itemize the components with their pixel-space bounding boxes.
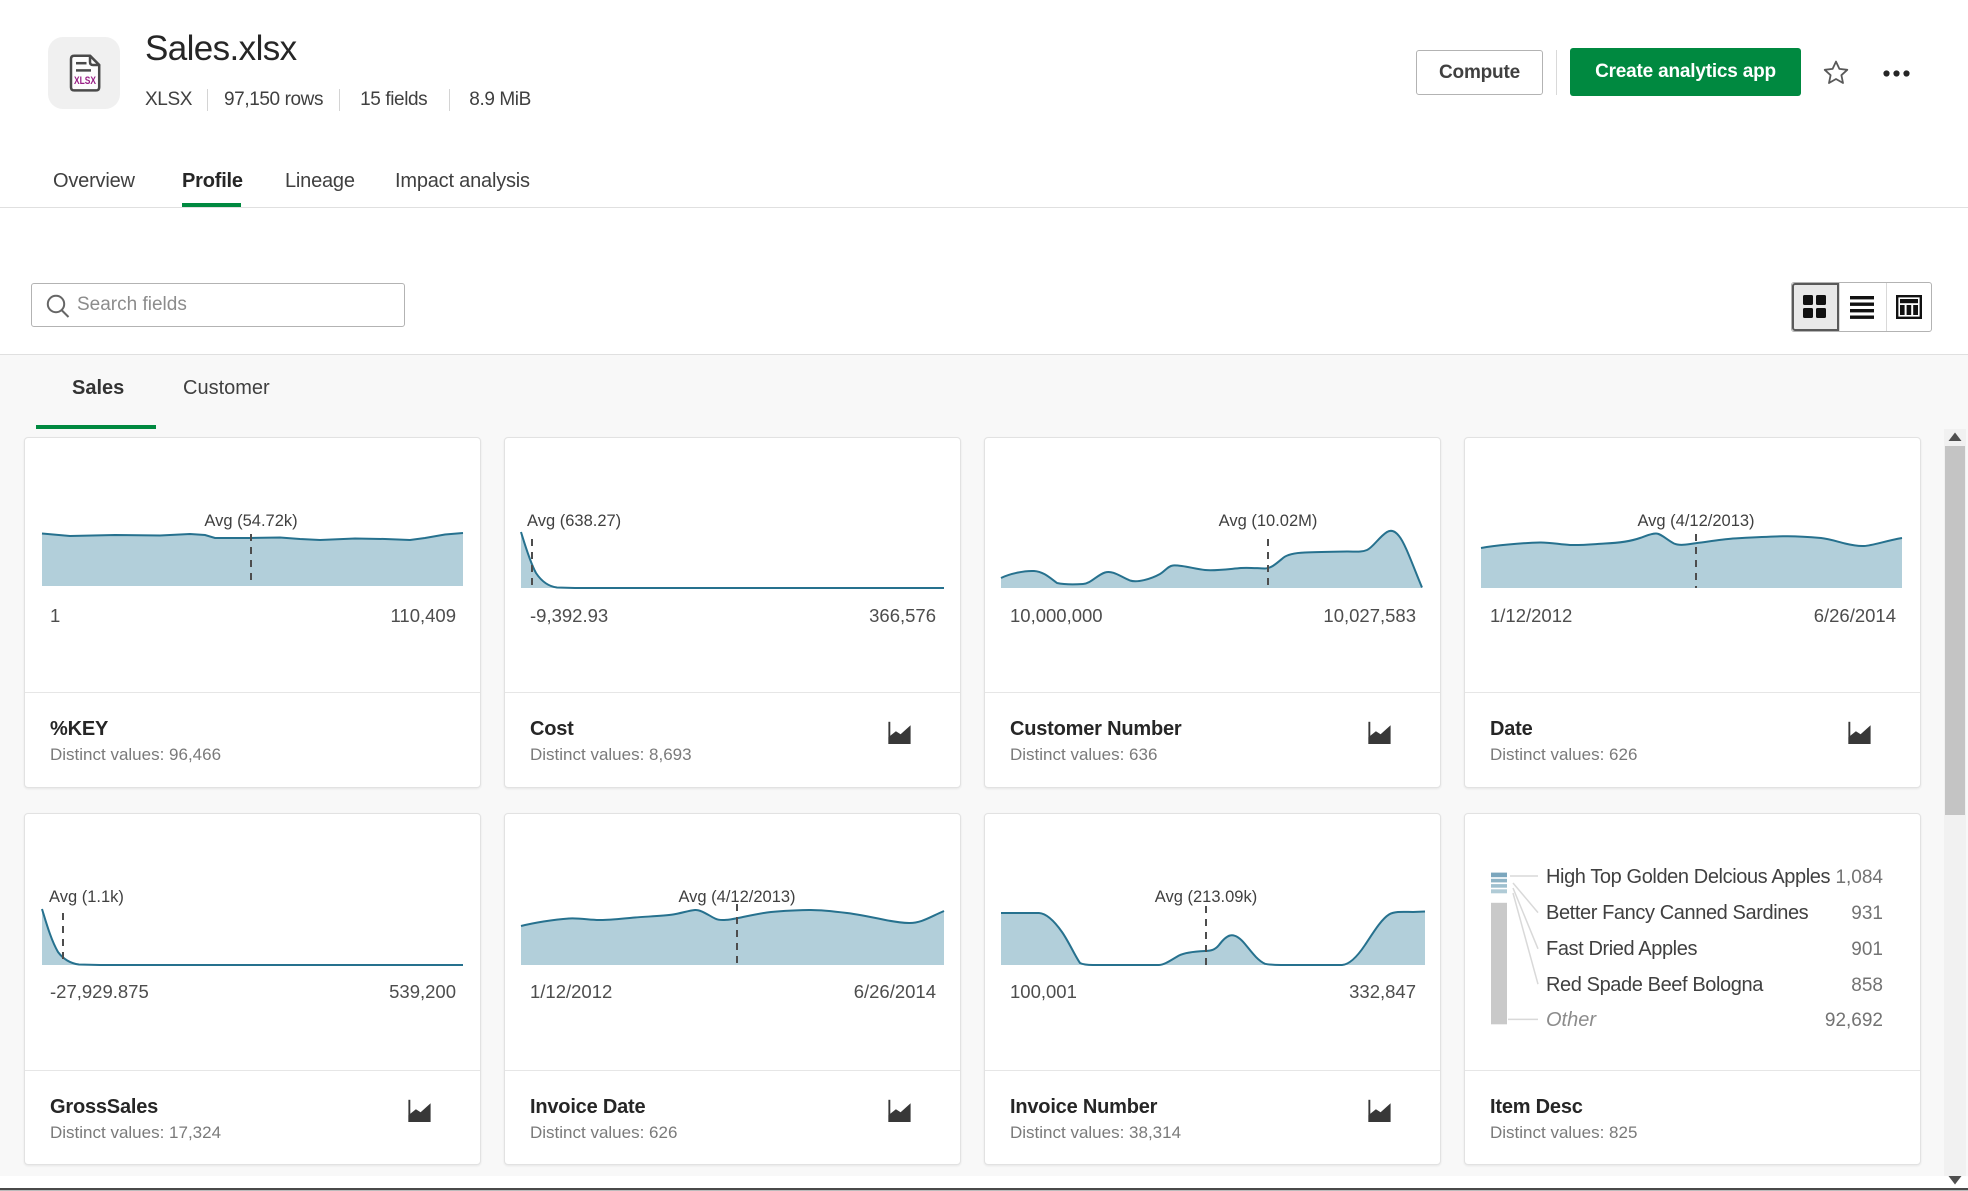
svg-text:Avg (10.02M): Avg (10.02M) bbox=[1219, 512, 1318, 530]
svg-text:Avg (4/12/2013): Avg (4/12/2013) bbox=[678, 888, 795, 906]
svg-text:1: 1 bbox=[50, 605, 60, 626]
svg-text:Avg (54.72k): Avg (54.72k) bbox=[204, 512, 297, 530]
svg-text:Avg (638.27): Avg (638.27) bbox=[527, 512, 621, 530]
svg-text:110,409: 110,409 bbox=[391, 605, 457, 626]
svg-text:1/12/2012: 1/12/2012 bbox=[1490, 605, 1572, 626]
svg-text:-27,929.875: -27,929.875 bbox=[50, 981, 149, 1002]
svg-text:Avg (1.1k): Avg (1.1k) bbox=[49, 888, 124, 906]
svg-text:10,027,583: 10,027,583 bbox=[1323, 605, 1416, 626]
svg-text:-9,392.93: -9,392.93 bbox=[530, 605, 608, 626]
svg-text:Avg (4/12/2013): Avg (4/12/2013) bbox=[1637, 512, 1754, 530]
svg-text:Avg (213.09k): Avg (213.09k) bbox=[1155, 888, 1257, 906]
svg-text:332,847: 332,847 bbox=[1349, 981, 1416, 1002]
svg-text:XLSX: XLSX bbox=[74, 75, 97, 87]
svg-text:6/26/2014: 6/26/2014 bbox=[854, 981, 936, 1002]
svg-text:100,001: 100,001 bbox=[1010, 981, 1077, 1002]
svg-text:6/26/2014: 6/26/2014 bbox=[1814, 605, 1896, 626]
svg-text:10,000,000: 10,000,000 bbox=[1010, 605, 1103, 626]
svg-text:539,200: 539,200 bbox=[389, 981, 456, 1002]
svg-text:366,576: 366,576 bbox=[869, 605, 936, 626]
svg-text:1/12/2012: 1/12/2012 bbox=[530, 981, 612, 1002]
